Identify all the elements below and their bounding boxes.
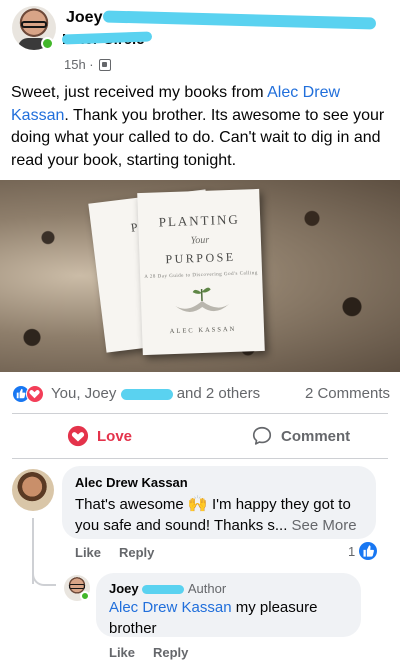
comment-like-count[interactable]: 1 (348, 542, 378, 560)
comment-label: Comment (281, 427, 351, 445)
comment-icon (252, 426, 272, 445)
divider (12, 413, 388, 414)
reaction-icons (12, 385, 48, 403)
love-reaction-icon (67, 425, 89, 447)
post-meta: 15h · (64, 57, 111, 72)
book-title: PLANTING (158, 211, 240, 230)
mention-link[interactable]: Alec Drew Kassan (109, 599, 232, 616)
reply-like-button[interactable]: Like (109, 645, 135, 660)
reply-author: Joey Author (109, 581, 226, 596)
avatar-glasses (69, 584, 85, 589)
comment-author[interactable]: Alec Drew Kassan (75, 475, 188, 490)
reactions-text[interactable]: You, Joey and 2 others (51, 385, 260, 402)
group-icon (98, 58, 111, 71)
book-subtitle: A 28 Day Guide to Discovering God's Call… (144, 271, 259, 280)
reply-text: Alec Drew Kassan my pleasure brother (109, 597, 354, 639)
comment-like-button[interactable]: Like (75, 545, 101, 560)
post-header: Joey Inner Circle 15h · (0, 0, 400, 78)
like-count-value: 1 (348, 543, 356, 559)
comment-reply-button[interactable]: Reply (119, 545, 154, 560)
online-status-dot (41, 37, 54, 50)
comment-text: That's awesome 🙌 I'm happy they got to y… (75, 494, 365, 536)
author-badge: Author (187, 581, 227, 596)
post-timestamp[interactable]: 15h · (64, 57, 94, 72)
post-text-start: Sweet, just received my books from (11, 84, 268, 101)
redaction-scribble (120, 388, 173, 400)
comment-bubble[interactable]: Alec Drew Kassan That's awesome 🙌 I'm ha… (62, 466, 376, 539)
reply-reply-button[interactable]: Reply (153, 645, 188, 660)
commenter-avatar[interactable] (12, 469, 54, 511)
love-label: Love (97, 427, 133, 445)
post-author-name[interactable]: Joey (66, 9, 102, 27)
reply-author-name[interactable]: Joey (109, 581, 139, 596)
redaction-scribble (102, 10, 377, 30)
thread-connector (32, 570, 56, 586)
see-more-link[interactable]: See More (287, 517, 357, 534)
post-photo[interactable]: PLAN PU PLANTING Your PURPOSE A 28 Day G… (0, 180, 400, 372)
book-front: PLANTING Your PURPOSE A 28 Day Guide to … (137, 188, 265, 356)
avatar-glasses (21, 21, 47, 28)
hands-seedling-icon (175, 287, 230, 312)
reply-bubble[interactable]: Joey Author Alec Drew Kassan my pleasure… (96, 573, 361, 637)
raising-hands-emoji: 🙌 (187, 496, 208, 513)
online-status-dot (80, 591, 90, 601)
love-button[interactable]: Love (67, 423, 132, 449)
book-title-your: Your (190, 234, 210, 247)
comment-text-start: That's awesome (75, 496, 188, 513)
reactions-names: You, Joey (51, 385, 117, 402)
comment-button[interactable]: Comment (251, 423, 350, 449)
post-text-end: . Thank you brother. Its awesome to see … (11, 106, 385, 169)
book-title-purpose: PURPOSE (165, 249, 236, 267)
post-body: Sweet, just received my books from Alec … (11, 82, 391, 172)
redaction-scribble (142, 585, 185, 595)
divider (12, 458, 388, 459)
comments-count-link[interactable]: 2 Comments (305, 385, 390, 402)
reactions-summary[interactable]: You, Joey and 2 others 2 Comments (12, 383, 390, 405)
book-author: ALEC KASSAN (169, 325, 237, 336)
love-icon (26, 385, 44, 403)
reactions-others: and 2 others (176, 385, 261, 402)
like-icon (359, 542, 378, 560)
